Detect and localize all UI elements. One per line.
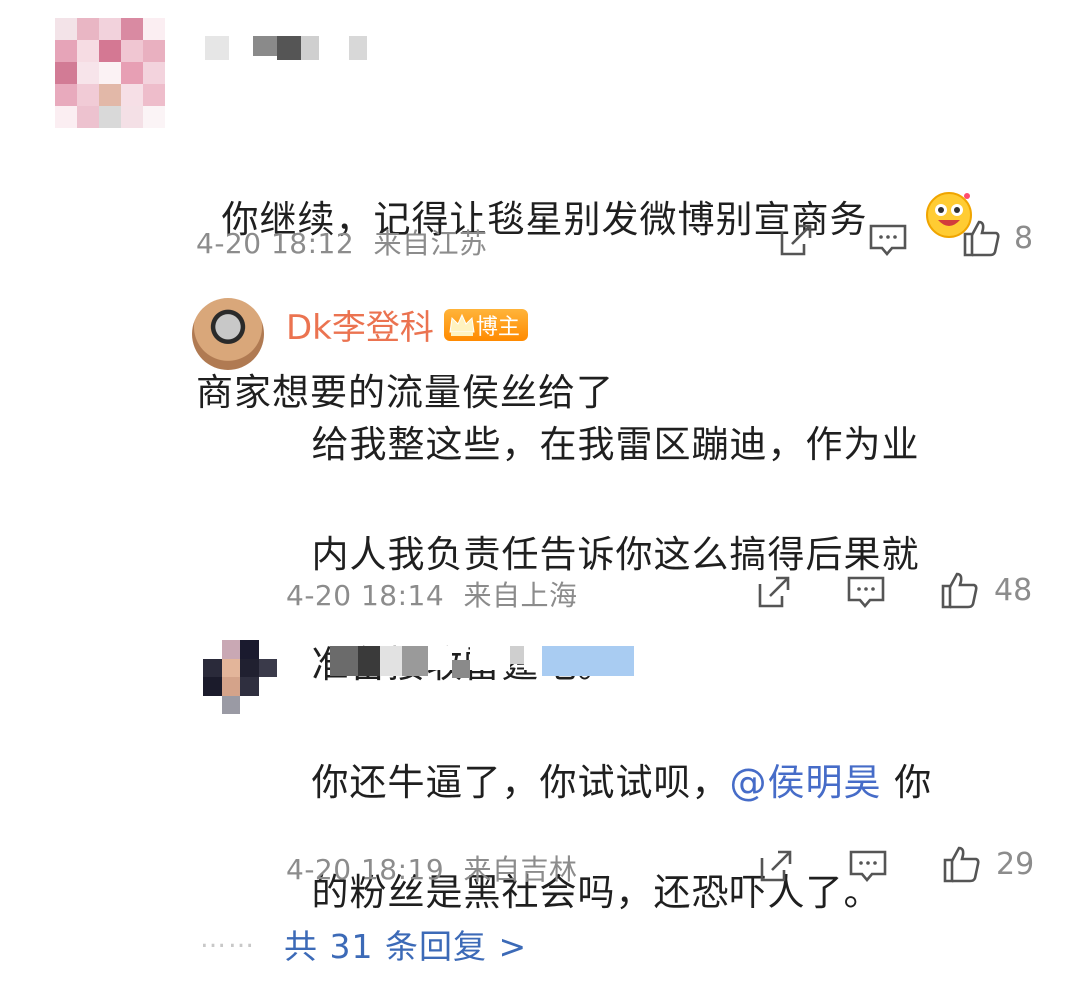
view-all-replies-link[interactable]: 共 31 条回复 > <box>284 920 527 968</box>
like-count: 8 <box>1014 220 1034 256</box>
like-button[interactable]: 8 <box>962 218 1033 258</box>
reply-avatar[interactable] <box>203 640 277 714</box>
reply-button[interactable] <box>848 846 888 890</box>
comment-location: 来自江苏 <box>373 227 488 260</box>
like-button[interactable]: 29 <box>942 844 1034 884</box>
commenter-name-blurred[interactable] <box>205 36 367 72</box>
reply-location: 来自上海 <box>463 579 578 612</box>
share-button[interactable] <box>754 572 794 616</box>
share-button[interactable] <box>756 846 796 890</box>
like-count: 29 <box>996 846 1035 882</box>
share-icon <box>760 850 792 882</box>
thumbs-up-icon <box>943 846 980 883</box>
reply-line-2: 内人我负责任告诉你这么搞得后果就 <box>311 533 920 576</box>
reply-line-1-suffix: 你 <box>881 761 933 804</box>
reply-meta: 4-20 18:14 来自上海 <box>286 574 578 614</box>
reply-line-1: 给我整这些，在我雷区蹦迪，作为业 <box>311 423 920 466</box>
reply-username-blurred[interactable] <box>330 646 634 682</box>
comment-icon <box>869 224 907 257</box>
like-button[interactable]: 48 <box>940 570 1032 610</box>
blogger-badge: 博主 <box>443 308 528 341</box>
thumbs-up-icon <box>963 220 1000 257</box>
comment-timestamp: 4-20 18:12 <box>196 227 355 260</box>
reply-meta: 4-20 18:19 来自吉林 <box>286 848 578 888</box>
reply-timestamp: 4-20 18:19 <box>286 853 445 886</box>
thumbs-up-icon <box>941 572 978 609</box>
comment-icon <box>847 576 885 609</box>
reply-text: 给我整这些，在我雷区蹦迪，作为业 内人我负责任告诉你这么搞得后果就 准备接收雷霆… <box>286 362 920 692</box>
reply-avatar[interactable] <box>192 298 264 370</box>
reply-username[interactable]: Dk李登科 <box>286 300 434 349</box>
thread-dots: …… <box>200 924 256 954</box>
reply-button[interactable] <box>868 220 908 264</box>
mention-link[interactable]: @侯明昊 <box>730 761 882 804</box>
commenter-avatar[interactable] <box>55 18 165 128</box>
comment-meta: 4-20 18:12 来自江苏 <box>196 222 488 262</box>
like-count: 48 <box>994 572 1033 608</box>
reply-timestamp: 4-20 18:14 <box>286 579 445 612</box>
share-icon <box>758 576 790 608</box>
share-button[interactable] <box>776 220 816 264</box>
crown-icon <box>449 313 475 336</box>
share-icon <box>780 224 812 256</box>
comment-icon <box>849 850 887 883</box>
reply-button[interactable] <box>846 572 886 616</box>
reply-line-1: 你还牛逼了，你试试呗， <box>311 761 730 804</box>
reply-location: 来自吉林 <box>463 853 578 886</box>
reply-header: Dk李登科 博主 <box>286 300 528 349</box>
badge-label: 博主 <box>475 314 520 340</box>
